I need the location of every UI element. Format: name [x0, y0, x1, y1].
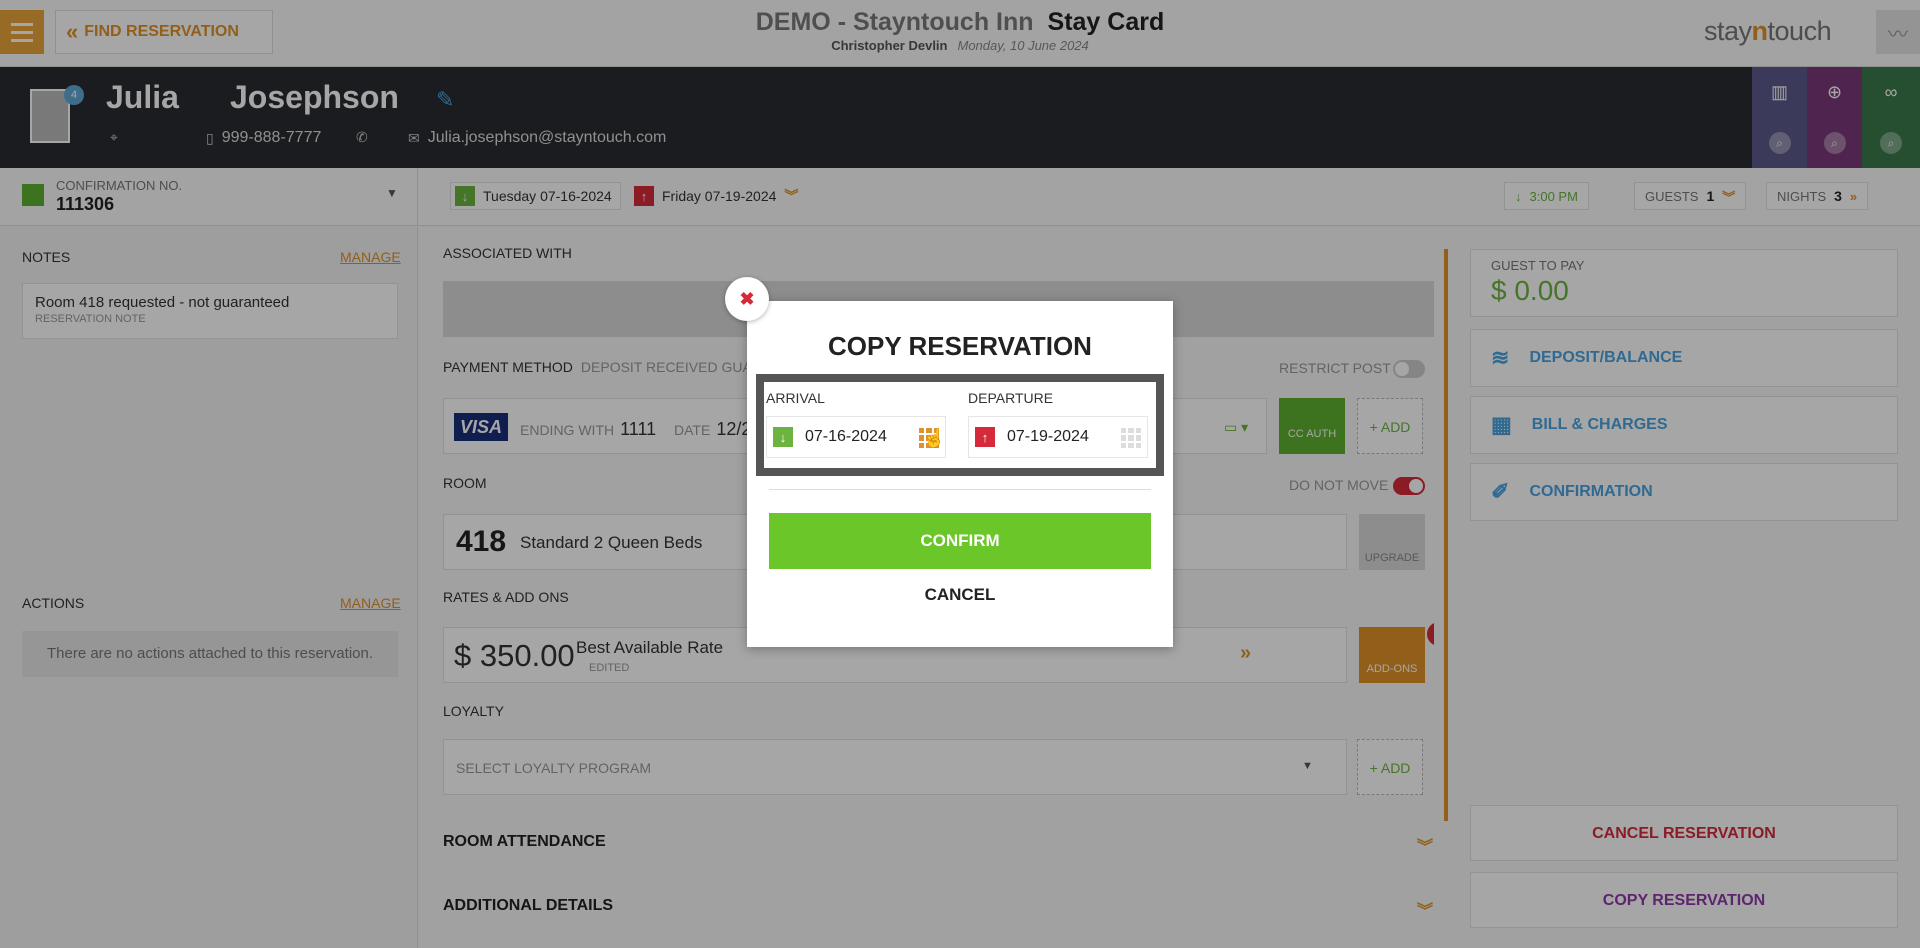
- departure-date-value: 07-19-2024: [1007, 428, 1089, 445]
- close-icon[interactable]: ✖: [725, 277, 769, 321]
- confirm-button[interactable]: CONFIRM: [769, 513, 1151, 569]
- modal-title: COPY RESERVATION: [828, 331, 1092, 361]
- date-range-group: ARRIVAL DEPARTURE ↓ 07-16-2024 ↑ 07-19-2…: [756, 374, 1164, 476]
- arrow-up-icon: ↑: [975, 427, 995, 447]
- cancel-button[interactable]: CANCEL: [747, 585, 1173, 605]
- departure-label: DEPARTURE: [968, 390, 1054, 406]
- arrival-date-value: 07-16-2024: [805, 428, 887, 445]
- hand-cursor-icon: ☝: [923, 428, 946, 448]
- copy-reservation-modal: COPY RESERVATION ARRIVAL DEPARTURE ↓ 07-…: [747, 301, 1173, 647]
- arrival-label: ARRIVAL: [766, 390, 825, 406]
- arrow-down-icon: ↓: [773, 427, 793, 447]
- calendar-icon[interactable]: [1121, 428, 1141, 448]
- divider: [769, 489, 1151, 490]
- departure-date-input[interactable]: ↑ 07-19-2024: [968, 416, 1148, 458]
- stay-card-page: « FIND RESERVATION DEMO - Stayntouch Inn…: [0, 0, 1920, 948]
- arrival-date-input[interactable]: ↓ 07-16-2024: [766, 416, 946, 458]
